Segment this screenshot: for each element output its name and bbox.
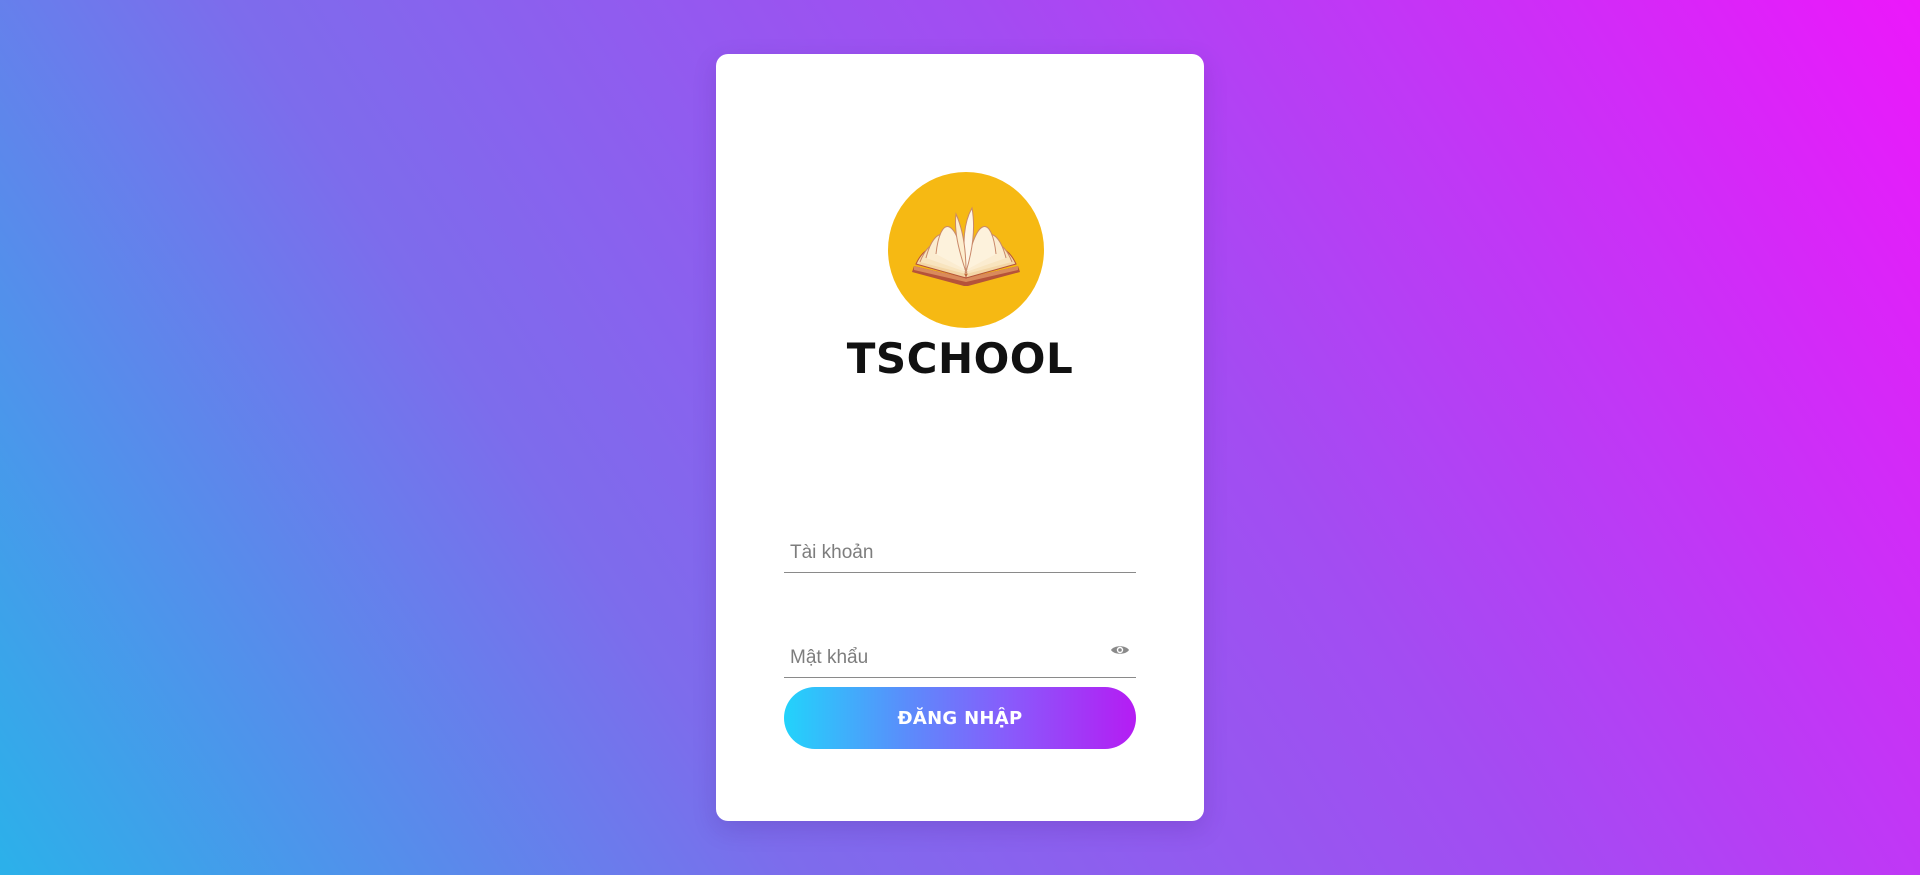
password-input[interactable] (784, 647, 1090, 669)
logo-block: TSCHOOL (716, 172, 1204, 380)
username-input[interactable] (784, 542, 1090, 564)
brand-name: TSCHOOL (846, 334, 1074, 383)
password-field (784, 621, 1136, 678)
username-field (784, 516, 1136, 573)
open-book-icon (912, 206, 1020, 286)
login-button[interactable]: ĐĂNG NHẬP (784, 687, 1136, 749)
logo (888, 172, 1044, 328)
eye-icon[interactable] (1110, 643, 1130, 657)
login-card: TSCHOOL ĐĂNG NHẬP (716, 54, 1204, 821)
